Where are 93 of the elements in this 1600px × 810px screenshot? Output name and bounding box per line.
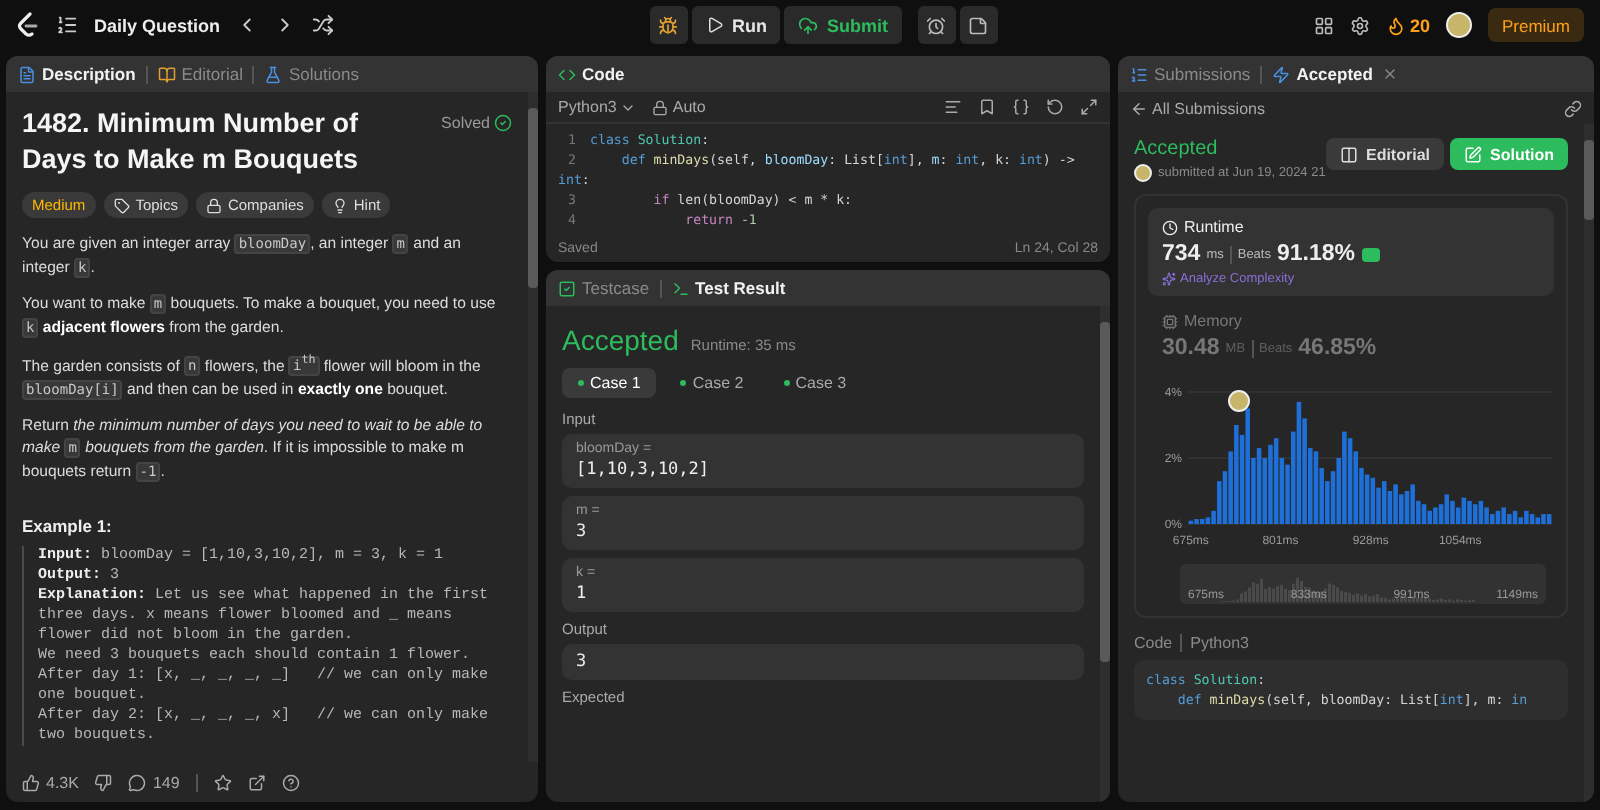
clock-icon [1162, 219, 1178, 235]
help-icon[interactable] [281, 773, 300, 791]
lock-icon [652, 99, 669, 115]
like-button[interactable]: 4.3K [22, 773, 79, 791]
list-icon[interactable] [56, 14, 78, 36]
note-icon [968, 15, 989, 35]
run-button[interactable]: Run [691, 6, 781, 44]
expand-icon[interactable] [1080, 98, 1098, 116]
debug-button[interactable] [649, 6, 688, 44]
panel-tab[interactable]: Description [18, 64, 136, 84]
share-icon[interactable] [247, 773, 266, 791]
grid-icon[interactable] [1313, 15, 1334, 35]
play-icon [705, 16, 724, 34]
close-icon[interactable] [1382, 66, 1399, 82]
avatar-icon [1134, 164, 1152, 182]
code-icon [558, 65, 576, 83]
panel-tab[interactable]: Accepted [1272, 64, 1373, 84]
result-verdict: Accepted [562, 324, 679, 356]
panel-tab[interactable]: Submissions [1130, 64, 1251, 84]
speech-bubble-icon [128, 773, 147, 791]
scrollbar[interactable] [1100, 306, 1110, 802]
field-value: 1 [576, 584, 589, 604]
panel-tab[interactable]: Code [558, 64, 625, 84]
streak-counter[interactable]: 20 [1385, 15, 1430, 35]
case-tab[interactable]: Case 2 [664, 368, 760, 398]
thumbs-down-icon [94, 773, 113, 791]
reset-icon[interactable] [1046, 98, 1064, 116]
cloud-upload-icon [798, 15, 819, 35]
code-section-title: Code [1134, 634, 1173, 652]
arrow-left-icon [1130, 99, 1148, 117]
notes-button[interactable] [959, 6, 998, 44]
scrollbar[interactable] [528, 92, 538, 762]
book-icon [157, 65, 176, 83]
format-icon[interactable] [944, 98, 962, 116]
bug-icon [658, 15, 679, 35]
editorial-button[interactable]: Editorial [1325, 138, 1444, 170]
chip-icon [1162, 313, 1178, 329]
field-value: 3 [576, 652, 589, 672]
avatar-icon[interactable] [1445, 12, 1472, 38]
submission-verdict: Accepted [1134, 138, 1220, 160]
submit-button[interactable]: Submit [784, 6, 902, 44]
solved-status: Solved [441, 114, 512, 132]
book-icon [1339, 145, 1358, 163]
metric-value: 30.48 [1162, 336, 1220, 360]
field-value: 3 [576, 522, 589, 542]
case-tab[interactable]: Case 1 [562, 368, 657, 398]
panel-tab[interactable]: Testcase [558, 278, 650, 298]
badge-icon [1361, 247, 1379, 261]
language-dropdown[interactable]: Python3 [558, 98, 637, 116]
flame-icon [1385, 15, 1406, 35]
metric-value: 734 [1162, 242, 1201, 266]
logo-icon[interactable] [16, 12, 40, 38]
timer-button[interactable] [917, 6, 956, 44]
list-icon [1130, 65, 1148, 83]
settings-icon[interactable] [1349, 15, 1370, 35]
field-value: [1,10,3,10,2] [576, 460, 712, 480]
example-heading: Example 1: [22, 516, 114, 537]
code-language: Python3 [1190, 634, 1249, 652]
scrollbar[interactable] [1584, 124, 1594, 802]
document-icon [18, 65, 36, 83]
alarm-clock-icon [926, 15, 947, 35]
beats-percentage: 46.85% [1298, 336, 1377, 360]
metric-label: Runtime [1162, 218, 1540, 236]
star-icon[interactable] [213, 773, 232, 791]
checkbox-icon [558, 279, 576, 297]
comments-button[interactable]: 149 [128, 773, 180, 791]
case-tab[interactable]: Case 3 [767, 368, 863, 398]
panel-tab[interactable]: Test Result [671, 278, 786, 298]
link-icon[interactable] [1564, 99, 1582, 117]
check-circle-icon [494, 114, 512, 132]
shuffle-icon[interactable] [312, 14, 335, 36]
panel-tab[interactable]: Solutions [264, 64, 359, 84]
metric-label: Memory [1162, 312, 1540, 330]
lightbulb-icon [331, 197, 348, 213]
bolt-icon [1272, 65, 1291, 83]
avatar-icon [1228, 390, 1251, 413]
thumbs-up-icon [22, 773, 40, 791]
edit-icon [1464, 145, 1482, 163]
beats-percentage: 91.18% [1276, 242, 1355, 266]
flask-icon [264, 65, 283, 83]
problem-title: 1482. Minimum Number of Days to Make m Bouquets [22, 106, 361, 178]
bookmark-icon[interactable] [978, 98, 996, 116]
braces-icon[interactable] [1012, 98, 1030, 116]
mode-toggle[interactable]: Auto [652, 98, 706, 116]
lock-icon [205, 197, 222, 213]
all-submissions-link[interactable]: All Submissions [1130, 99, 1265, 117]
terminal-icon [671, 279, 690, 297]
dislike-button[interactable] [94, 773, 113, 791]
sparkle-icon [1162, 272, 1176, 286]
panel-tab[interactable]: Editorial [157, 64, 243, 84]
premium-button[interactable]: Premium [1487, 8, 1584, 42]
problem-list-title[interactable]: Daily Question [94, 15, 221, 35]
tag-icon [113, 197, 130, 213]
